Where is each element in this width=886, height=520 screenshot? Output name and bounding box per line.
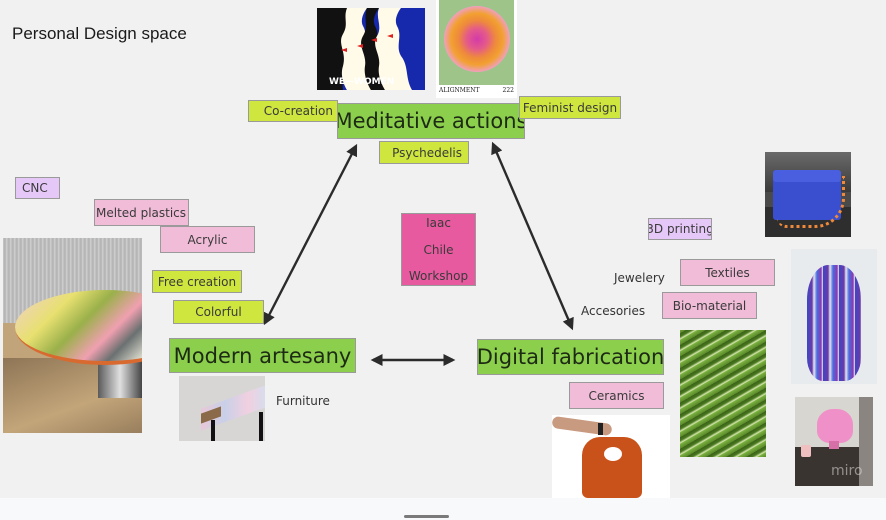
sticky-acrylic[interactable]: Acrylic: [160, 226, 255, 253]
sticky-free-creation-label: Free creation: [157, 274, 237, 289]
label-accesories: Accesories: [581, 304, 646, 318]
arrow-meditative-modern[interactable]: [263, 143, 358, 326]
sticky-psychedelis[interactable]: Psychedelis: [379, 141, 469, 164]
orange-bag-image[interactable]: [552, 415, 670, 498]
node-digital-fabrication[interactable]: Digital fabrication: [477, 339, 664, 375]
sticky-ceramics-label: Ceramics: [588, 388, 645, 403]
we-women-image[interactable]: WE—WOMEN: [317, 8, 425, 90]
blue-bag-image[interactable]: [765, 152, 851, 237]
pink-lamp-image[interactable]: miro: [795, 397, 873, 486]
sticky-feminist-design[interactable]: Feminist design: [519, 96, 621, 119]
miro-watermark: miro: [831, 463, 863, 479]
sticky-melted-plastics-label: Melted plastics: [96, 205, 187, 220]
sticky-3d-printing-label: 3D printing: [648, 222, 712, 236]
side-table-image[interactable]: [179, 376, 265, 441]
sticky-co-creation[interactable]: Co-creation: [248, 100, 338, 122]
workshop-line-1: Iaac: [426, 216, 451, 230]
green-textile-image[interactable]: [680, 330, 766, 457]
sticky-textiles-label: Textiles: [705, 265, 750, 280]
sticky-cnc-label: CNC: [22, 181, 48, 195]
node-modern-artesany-label: Modern artesany: [173, 343, 352, 368]
label-jewelery: Jewelery: [614, 271, 665, 285]
alignment-number: 222: [502, 87, 514, 94]
alignment-poster-image[interactable]: ALIGNMENT 222: [436, 0, 517, 98]
sticky-bio-material[interactable]: Bio-material: [662, 292, 757, 319]
workshop-line-3: Workshop: [408, 269, 469, 283]
node-meditative-actions-label: Meditative actions: [337, 109, 525, 133]
node-meditative-actions[interactable]: Meditative actions: [337, 103, 525, 139]
alignment-caption: ALIGNMENT: [439, 87, 480, 94]
board-canvas[interactable]: Personal Design space WE—WOMEN ALIGNMENT…: [0, 0, 886, 498]
sticky-colorful[interactable]: Colorful: [173, 300, 264, 324]
sticky-iaac-chile-workshop[interactable]: Iaac Chile Workshop: [401, 213, 476, 286]
arrow-meditative-digital[interactable]: [491, 141, 574, 331]
sticky-3d-printing[interactable]: 3D printing: [648, 218, 712, 240]
label-furniture: Furniture: [276, 394, 330, 408]
sticky-textiles[interactable]: Textiles: [680, 259, 775, 286]
board-title: Personal Design space: [12, 24, 187, 43]
sticky-co-creation-label: Co-creation: [263, 104, 333, 118]
sticky-feminist-design-label: Feminist design: [522, 100, 618, 115]
sticky-bio-material-label: Bio-material: [672, 298, 747, 313]
sticky-ceramics[interactable]: Ceramics: [569, 382, 664, 409]
sticky-colorful-label: Colorful: [195, 305, 242, 319]
sticky-acrylic-label: Acrylic: [187, 232, 228, 247]
node-digital-fabrication-label: Digital fabrication: [477, 345, 664, 369]
sticky-melted-plastics[interactable]: Melted plastics: [94, 199, 189, 226]
sticky-cnc[interactable]: CNC: [15, 177, 60, 199]
node-modern-artesany[interactable]: Modern artesany: [169, 338, 356, 373]
round-table-image[interactable]: [3, 238, 142, 433]
sticky-free-creation[interactable]: Free creation: [152, 270, 242, 293]
panel-drag-handle[interactable]: [404, 515, 449, 518]
workshop-line-2: Chile: [423, 242, 454, 257]
vase-image[interactable]: [791, 249, 877, 384]
sticky-psychedelis-label: Psychedelis: [392, 145, 462, 160]
we-women-caption: WE—WOMEN: [329, 77, 394, 87]
